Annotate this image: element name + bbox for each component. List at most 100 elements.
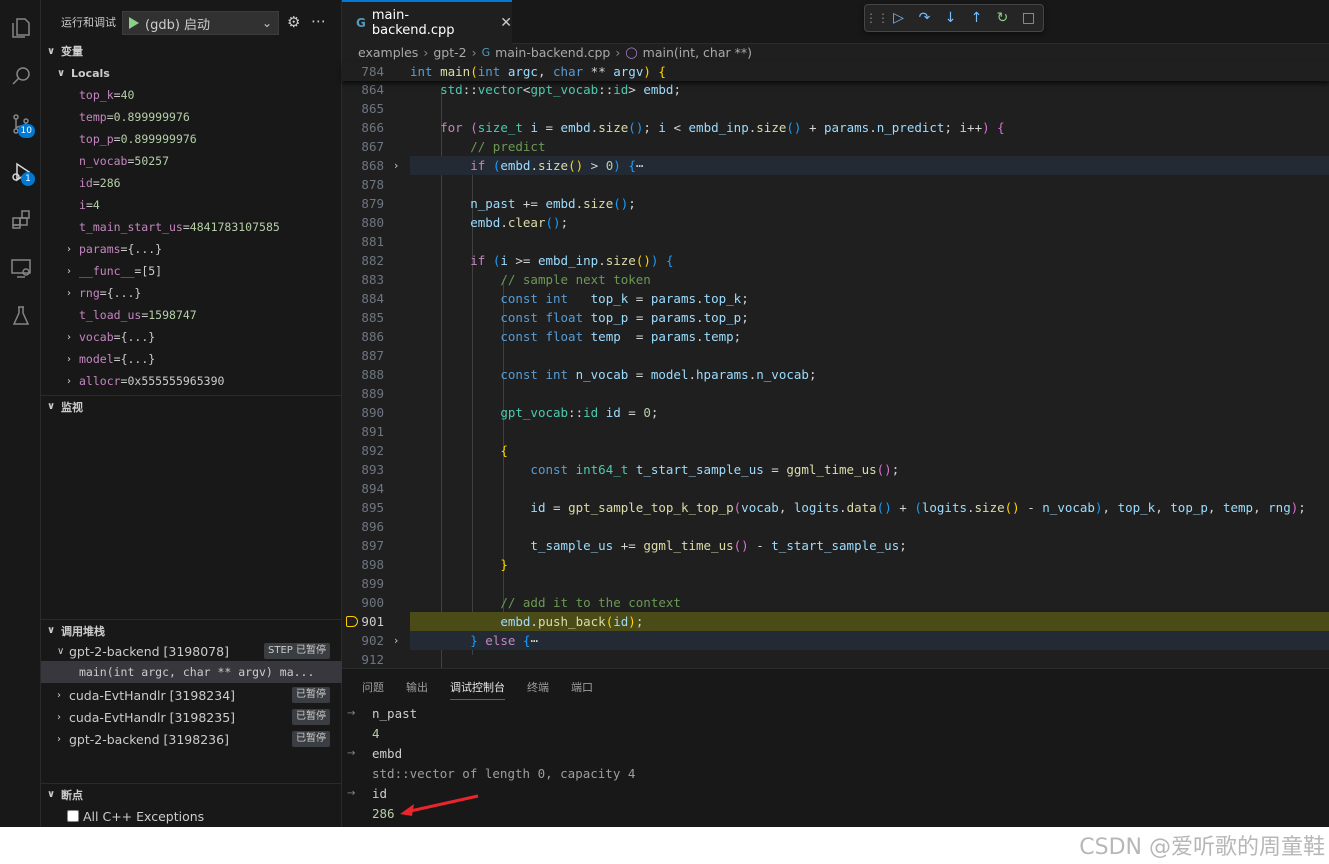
thread-row[interactable]: › cuda-EvtHandlr [3198234] 已暂停 — [41, 684, 342, 706]
stop-icon[interactable]: □ — [1020, 9, 1037, 27]
tab-terminal[interactable]: 终端 — [527, 679, 549, 700]
line-number: 894 — [361, 481, 384, 496]
run-debug-icon[interactable]: 1 — [0, 152, 41, 192]
variable-row[interactable]: › vocab = {...} — [41, 326, 342, 348]
variable-row[interactable]: n_vocab = 50257 — [41, 150, 342, 172]
restart-icon[interactable]: ↻ — [994, 9, 1011, 27]
code-line[interactable]: 902 › } else {⋯ — [342, 631, 1329, 650]
code-line[interactable]: 883 // sample next token — [342, 270, 1329, 289]
drag-handle-icon[interactable]: ⋮⋮ — [865, 9, 889, 27]
tab-debug-console[interactable]: 调试控制台 — [450, 679, 505, 700]
variable-row[interactable]: › model = {...} — [41, 348, 342, 370]
code-line[interactable]: 888 const int n_vocab = model.hparams.n_… — [342, 365, 1329, 384]
testing-icon[interactable] — [0, 296, 41, 336]
code-line[interactable]: 901 embd.push_back(id); — [342, 612, 1329, 631]
code-line[interactable]: 868 › if (embd.size() > 0) {⋯ — [342, 156, 1329, 175]
extensions-icon[interactable] — [0, 200, 41, 240]
code-line[interactable]: 900 // add it to the context — [342, 593, 1329, 612]
variable-row[interactable]: › rng = {...} — [41, 282, 342, 304]
code-line[interactable]: 897 t_sample_us += ggml_time_us() - t_st… — [342, 536, 1329, 555]
code-line[interactable]: 895 id = gpt_sample_top_k_top_p(vocab, l… — [342, 498, 1329, 517]
variable-row[interactable]: › __func__ = [5] — [41, 260, 342, 282]
code-line[interactable]: 878 — [342, 175, 1329, 194]
thread-row[interactable]: ∨ gpt-2-backend [3198078] STEP 已暂停 — [41, 640, 342, 662]
code-line[interactable]: 891 — [342, 422, 1329, 441]
line-number: 864 — [361, 82, 384, 97]
launch-config-select[interactable]: (gdb) 启动 ⌄ — [122, 11, 279, 35]
tab-main-backend[interactable]: G main-backend.cpp ✕ — [342, 0, 512, 44]
fold-chevron-icon[interactable]: › — [394, 156, 398, 175]
remote-explorer-icon[interactable] — [0, 248, 41, 288]
step-over-icon[interactable]: ↷ — [916, 9, 933, 27]
close-icon[interactable]: ✕ — [500, 15, 512, 31]
breadcrumb-item[interactable]: examples — [358, 45, 418, 60]
code-line[interactable]: 879 n_past += embd.size(); — [342, 194, 1329, 213]
line-number: 886 — [361, 329, 384, 344]
code-line[interactable]: 882 if (i >= embd_inp.size()) { — [342, 251, 1329, 270]
code-line[interactable]: 884 const int top_k = params.top_k; — [342, 289, 1329, 308]
code-line[interactable]: 887 — [342, 346, 1329, 365]
variable-value: 4 — [92, 198, 100, 212]
code-line[interactable]: 896 — [342, 517, 1329, 536]
fold-chevron-icon[interactable]: › — [394, 631, 398, 650]
code-line[interactable]: 890 gpt_vocab::id id = 0; — [342, 403, 1329, 422]
code-line[interactable]: 893 const int64_t t_start_sample_us = gg… — [342, 460, 1329, 479]
step-into-icon[interactable]: ↓ — [942, 9, 959, 27]
code-line[interactable]: 865 — [342, 99, 1329, 118]
breakpoints-section-header[interactable]: ∨ 断点 — [41, 783, 342, 805]
code-line[interactable]: 912 — [342, 650, 1329, 669]
thread-row[interactable]: › cuda-EvtHandlr [3198235] 已暂停 — [41, 706, 342, 728]
chevron-right-icon: › — [67, 265, 71, 277]
variable-row[interactable]: top_k = 40 — [41, 84, 342, 106]
stack-frame-row[interactable]: main(int argc, char ** argv) ma... — [41, 661, 342, 683]
code-line[interactable]: 898 } — [342, 555, 1329, 574]
tab-ports[interactable]: 端口 — [571, 679, 593, 700]
code-line[interactable]: 892 { — [342, 441, 1329, 460]
gear-icon[interactable]: ⚙ — [287, 14, 303, 30]
code-line[interactable]: 885 const float top_p = params.top_p; — [342, 308, 1329, 327]
tab-output[interactable]: 输出 — [406, 679, 428, 700]
code-line[interactable]: 881 — [342, 232, 1329, 251]
code-line[interactable]: 867 // predict — [342, 137, 1329, 156]
callstack-section-header[interactable]: ∨ 调用堆栈 — [41, 619, 342, 641]
code-line[interactable]: 784 int main(int argc, char ** argv) { — [342, 62, 1329, 81]
variable-row[interactable]: top_p = 0.899999976 — [41, 128, 342, 150]
continue-icon[interactable]: ▷ — [890, 9, 907, 27]
variables-section-header[interactable]: ∨ 变量 — [41, 40, 342, 62]
variable-row[interactable]: › params = {...} — [41, 238, 342, 260]
breakpoint-item[interactable]: All C++ Exceptions — [67, 805, 204, 827]
variable-row[interactable]: › allocr = 0x555555965390 — [41, 370, 342, 392]
variable-row[interactable]: t_main_start_us = 4841783107585 — [41, 216, 342, 238]
step-out-icon[interactable]: ↑ — [968, 9, 985, 27]
breadcrumb-item[interactable]: main-backend.cpp — [495, 45, 610, 60]
variable-row[interactable]: t_load_us = 1598747 — [41, 304, 342, 326]
line-number: 884 — [361, 291, 384, 306]
locals-scope[interactable]: ∨ Locals — [41, 62, 342, 84]
chevron-down-icon: ∨ — [47, 401, 56, 412]
variable-row[interactable]: id = 286 — [41, 172, 342, 194]
breakpoint-checkbox[interactable] — [67, 810, 79, 822]
chevron-down-icon[interactable]: ⌄ — [262, 16, 272, 30]
code-line[interactable]: 864 std::vector<gpt_vocab::id> embd; — [342, 80, 1329, 99]
explorer-icon[interactable] — [0, 8, 41, 48]
chevron-right-icon: › — [67, 353, 71, 365]
start-debug-icon[interactable] — [129, 17, 139, 29]
code-line[interactable]: 889 — [342, 384, 1329, 403]
code-line[interactable]: 899 — [342, 574, 1329, 593]
thread-row[interactable]: › gpt-2-backend [3198236] 已暂停 — [41, 728, 342, 750]
more-actions-icon[interactable]: ⋯ — [311, 12, 326, 30]
chevron-down-icon: ∨ — [47, 625, 56, 636]
variable-row[interactable]: temp = 0.899999976 — [41, 106, 342, 128]
code-line[interactable]: 886 const float temp = params.temp; — [342, 327, 1329, 346]
code-line[interactable]: 880 embd.clear(); — [342, 213, 1329, 232]
code-line[interactable]: 894 — [342, 479, 1329, 498]
source-control-icon[interactable]: 10 — [0, 104, 41, 144]
variable-row[interactable]: i = 4 — [41, 194, 342, 216]
watch-section-header[interactable]: ∨ 监视 — [41, 395, 342, 417]
breadcrumb-item[interactable]: main(int, char **) — [643, 45, 752, 60]
search-icon[interactable] — [0, 56, 41, 96]
tab-problems[interactable]: 问题 — [362, 679, 384, 700]
breadcrumb-item[interactable]: gpt-2 — [433, 45, 466, 60]
panel-tabs: 问题 输出 调试控制台 终端 端口 — [362, 679, 593, 700]
code-line[interactable]: 866 for (size_t i = embd.size(); i < emb… — [342, 118, 1329, 137]
